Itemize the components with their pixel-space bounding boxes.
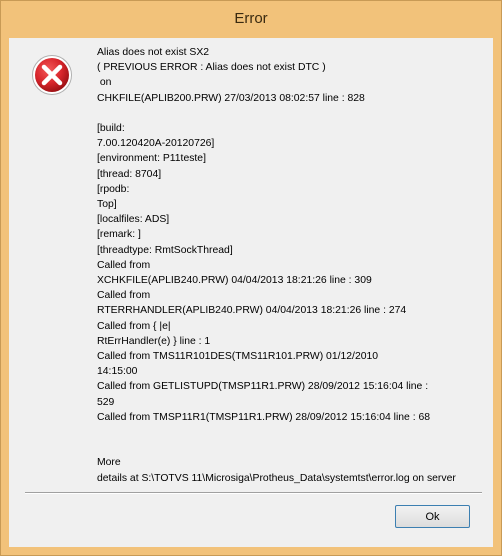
message-line: [build:	[97, 123, 125, 135]
message-line: Alias does not exist SX2	[97, 47, 210, 58]
message-line: ( PREVIOUS ERROR : Alias does not exist …	[97, 62, 326, 74]
message-line: Called from TMSP11R1(TMSP11R1.PRW) 28/09…	[97, 411, 431, 423]
title-bar[interactable]: Error	[1, 1, 501, 37]
message-line: on	[97, 77, 112, 89]
error-dialog: Error Alias does not exist SX2 ( PREVIOUS…	[0, 0, 502, 556]
message-line: More	[97, 457, 121, 469]
message-line: XCHKFILE(APLIB240.PRW) 04/04/2013 18:21:…	[97, 275, 372, 287]
message-line: [localfiles: ADS]	[97, 214, 170, 226]
message-line	[97, 440, 489, 455]
message-line: Top]	[97, 199, 117, 211]
message-line: RtErrHandler(e) } line : 1	[97, 335, 211, 347]
message-line: [thread: 8704]	[97, 168, 162, 180]
divider-highlight	[25, 493, 482, 494]
message-line: [remark: ]	[97, 229, 141, 241]
message-line: details at S:\TOTVS 11\Microsiga\Protheu…	[97, 472, 456, 484]
message-line: 7.00.120420A-20120726]	[97, 138, 215, 150]
message-line	[97, 106, 489, 121]
message-line: Called from	[97, 290, 151, 302]
message-line: [rpodb:	[97, 183, 130, 195]
message-line: CHKFILE(APLIB200.PRW) 27/03/2013 08:02:5…	[97, 92, 365, 104]
error-message: Alias does not exist SX2 ( PREVIOUS ERROR…	[97, 45, 489, 486]
dialog-body: Alias does not exist SX2 ( PREVIOUS ERROR…	[9, 38, 493, 547]
message-line: Called from TMS11R101DES(TMS11R101.PRW) …	[97, 351, 379, 363]
message-line: [threadtype: RmtSockThread]	[97, 244, 233, 256]
message-line: [environment: P11teste]	[97, 153, 206, 165]
message-line: RTERRHANDLER(APLIB240.PRW) 04/04/2013 18…	[97, 305, 407, 317]
ok-button[interactable]: Ok	[395, 505, 470, 528]
message-line: Called from	[97, 259, 151, 271]
message-line: 529	[97, 396, 115, 408]
message-line	[97, 425, 489, 440]
message-line: 14:15:00	[97, 366, 138, 378]
message-line: Called from { |e|	[97, 320, 171, 332]
dialog-title: Error	[234, 10, 268, 27]
error-icon	[32, 55, 72, 95]
message-line: Called from GETLISTUPD(TMSP11R1.PRW) 28/…	[97, 381, 429, 393]
